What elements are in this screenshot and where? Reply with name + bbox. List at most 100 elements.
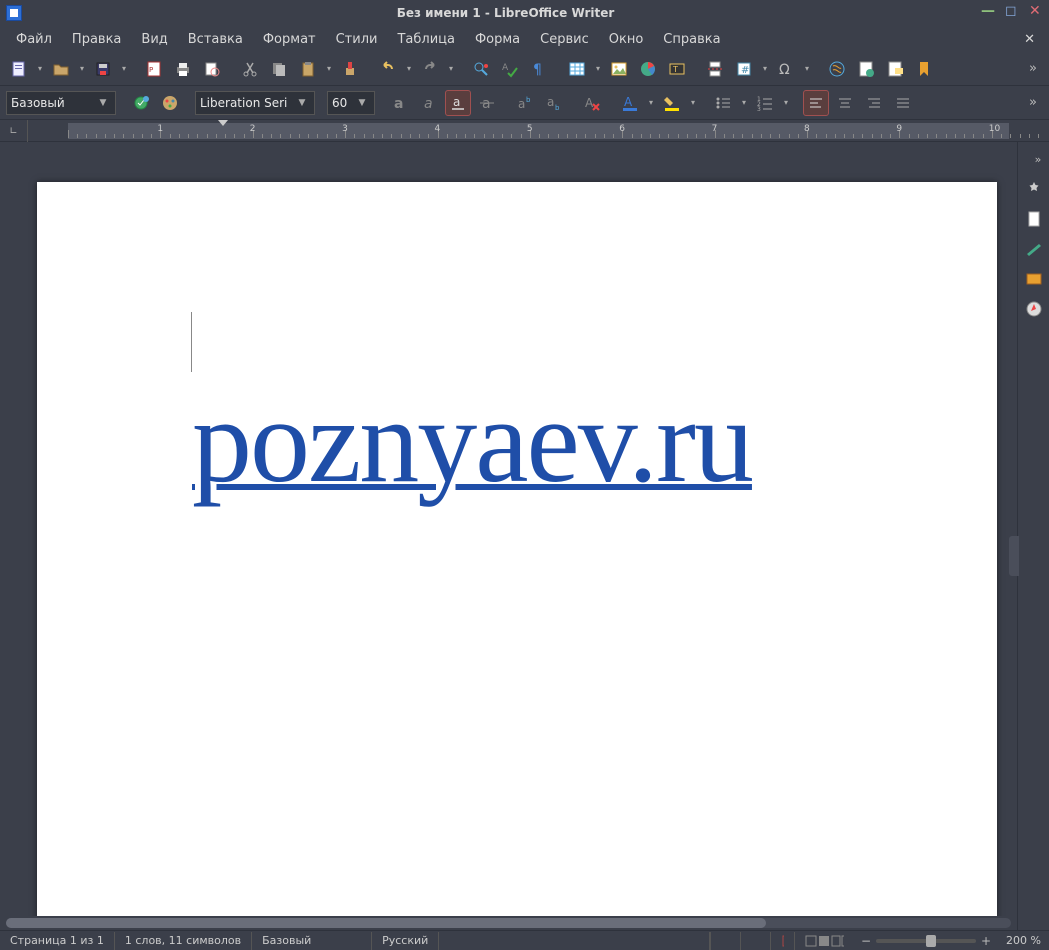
undo-button[interactable]	[375, 56, 401, 82]
menu-form[interactable]: Форма	[467, 29, 528, 50]
insert-chart-button[interactable]	[635, 56, 661, 82]
menu-styles[interactable]: Стили	[328, 29, 386, 50]
status-signature[interactable]	[770, 932, 794, 950]
menu-edit[interactable]: Правка	[64, 29, 129, 50]
open-button[interactable]	[48, 56, 74, 82]
highlight-dropdown[interactable]	[688, 90, 698, 116]
zoom-out-button[interactable]: −	[860, 934, 872, 948]
bullet-dropdown[interactable]	[739, 90, 749, 116]
highlight-color-button[interactable]	[659, 90, 685, 116]
redo-dropdown[interactable]	[446, 56, 456, 82]
underline-button[interactable]: a	[445, 90, 471, 116]
align-center-button[interactable]	[832, 90, 858, 116]
special-char-dropdown[interactable]	[802, 56, 812, 82]
find-replace-button[interactable]	[468, 56, 494, 82]
close-button[interactable]: ✕	[1029, 6, 1043, 20]
dropdown-arrow-icon[interactable]: ▼	[95, 98, 111, 108]
hyperlink-button[interactable]	[824, 56, 850, 82]
close-doc-button[interactable]: ✕	[1018, 29, 1041, 50]
status-page[interactable]: Страница 1 из 1	[0, 932, 115, 950]
page[interactable]: poznyaev.ru	[37, 182, 997, 930]
field-dropdown[interactable]	[760, 56, 770, 82]
insert-image-button[interactable]	[606, 56, 632, 82]
document-view[interactable]: poznyaev.ru	[0, 142, 1017, 930]
paste-button[interactable]	[295, 56, 321, 82]
numbered-list-button[interactable]: 123	[752, 90, 778, 116]
sidebar-styles-icon[interactable]	[1023, 238, 1045, 260]
menu-insert[interactable]: Вставка	[180, 29, 251, 50]
paste-dropdown[interactable]	[324, 56, 334, 82]
dropdown-arrow-icon[interactable]: ▼	[354, 98, 370, 108]
insert-table-button[interactable]	[564, 56, 590, 82]
menu-view[interactable]: Вид	[133, 29, 175, 50]
undo-dropdown[interactable]	[404, 56, 414, 82]
new-button[interactable]	[6, 56, 32, 82]
menu-format[interactable]: Формат	[255, 29, 324, 50]
superscript-button[interactable]: ab	[512, 90, 538, 116]
status-insert-mode[interactable]	[710, 932, 740, 950]
menu-tools[interactable]: Сервис	[532, 29, 597, 50]
new-style-button[interactable]	[157, 90, 183, 116]
align-justify-button[interactable]	[890, 90, 916, 116]
toolbar2-more[interactable]: »	[1023, 95, 1043, 110]
italic-button[interactable]: a	[416, 90, 442, 116]
dropdown-arrow-icon[interactable]: ▼	[294, 98, 310, 108]
zoom-slider[interactable]: − +	[854, 934, 998, 948]
update-style-button[interactable]	[128, 90, 154, 116]
sidebar-settings-more[interactable]: »	[1027, 148, 1049, 170]
copy-button[interactable]	[266, 56, 292, 82]
open-dropdown[interactable]	[77, 56, 87, 82]
insert-field-button[interactable]: #	[731, 56, 757, 82]
minimize-button[interactable]: —	[981, 6, 995, 20]
status-language[interactable]: Русский	[372, 932, 439, 950]
toolbar-more[interactable]: »	[1023, 61, 1043, 76]
document-content[interactable]: poznyaev.ru	[192, 372, 752, 510]
numbered-dropdown[interactable]	[781, 90, 791, 116]
paragraph-style-combo[interactable]: Базовый ▼	[6, 91, 116, 115]
maximize-button[interactable]: ◻	[1005, 6, 1019, 20]
status-style[interactable]: Базовый	[252, 932, 372, 950]
font-color-dropdown[interactable]	[646, 90, 656, 116]
footnote-button[interactable]	[853, 56, 879, 82]
special-char-button[interactable]: Ω	[773, 56, 799, 82]
redo-button[interactable]	[417, 56, 443, 82]
status-words[interactable]: 1 слов, 11 символов	[115, 932, 252, 950]
status-view-layout[interactable]	[794, 932, 854, 950]
insert-bookmark-button[interactable]	[911, 56, 937, 82]
bold-button[interactable]: a	[387, 90, 413, 116]
spellcheck-button[interactable]: A	[497, 56, 523, 82]
print-button[interactable]	[170, 56, 196, 82]
insert-comment-button[interactable]	[882, 56, 908, 82]
sidebar-page-icon[interactable]	[1023, 208, 1045, 230]
cut-button[interactable]	[237, 56, 263, 82]
zoom-in-button[interactable]: +	[980, 934, 992, 948]
export-pdf-button[interactable]: P	[141, 56, 167, 82]
status-selection-mode[interactable]	[740, 932, 770, 950]
font-name-combo[interactable]: Liberation Seri ▼	[195, 91, 315, 115]
align-left-button[interactable]	[803, 90, 829, 116]
clear-format-button[interactable]: A	[579, 90, 605, 116]
save-button[interactable]	[90, 56, 116, 82]
print-preview-button[interactable]	[199, 56, 225, 82]
formatting-marks-button[interactable]: ¶	[526, 56, 552, 82]
table-dropdown[interactable]	[593, 56, 603, 82]
page-break-button[interactable]	[702, 56, 728, 82]
strikethrough-button[interactable]: a	[474, 90, 500, 116]
align-right-button[interactable]	[861, 90, 887, 116]
font-size-combo[interactable]: 60 ▼	[327, 91, 375, 115]
sidebar-expand-handle[interactable]	[1009, 536, 1019, 576]
horizontal-scrollbar[interactable]	[0, 916, 1017, 930]
menu-file[interactable]: Файл	[8, 29, 60, 50]
font-color-button[interactable]: A	[617, 90, 643, 116]
bullet-list-button[interactable]	[710, 90, 736, 116]
sidebar-navigator-icon[interactable]	[1023, 298, 1045, 320]
subscript-button[interactable]: ab	[541, 90, 567, 116]
menu-help[interactable]: Справка	[655, 29, 728, 50]
save-dropdown[interactable]	[119, 56, 129, 82]
sidebar-gallery-icon[interactable]	[1023, 268, 1045, 290]
menu-window[interactable]: Окно	[601, 29, 652, 50]
new-dropdown[interactable]	[35, 56, 45, 82]
clone-format-button[interactable]	[337, 56, 363, 82]
horizontal-ruler[interactable]: 12345678910	[28, 120, 1049, 141]
sidebar-properties-icon[interactable]	[1023, 178, 1045, 200]
